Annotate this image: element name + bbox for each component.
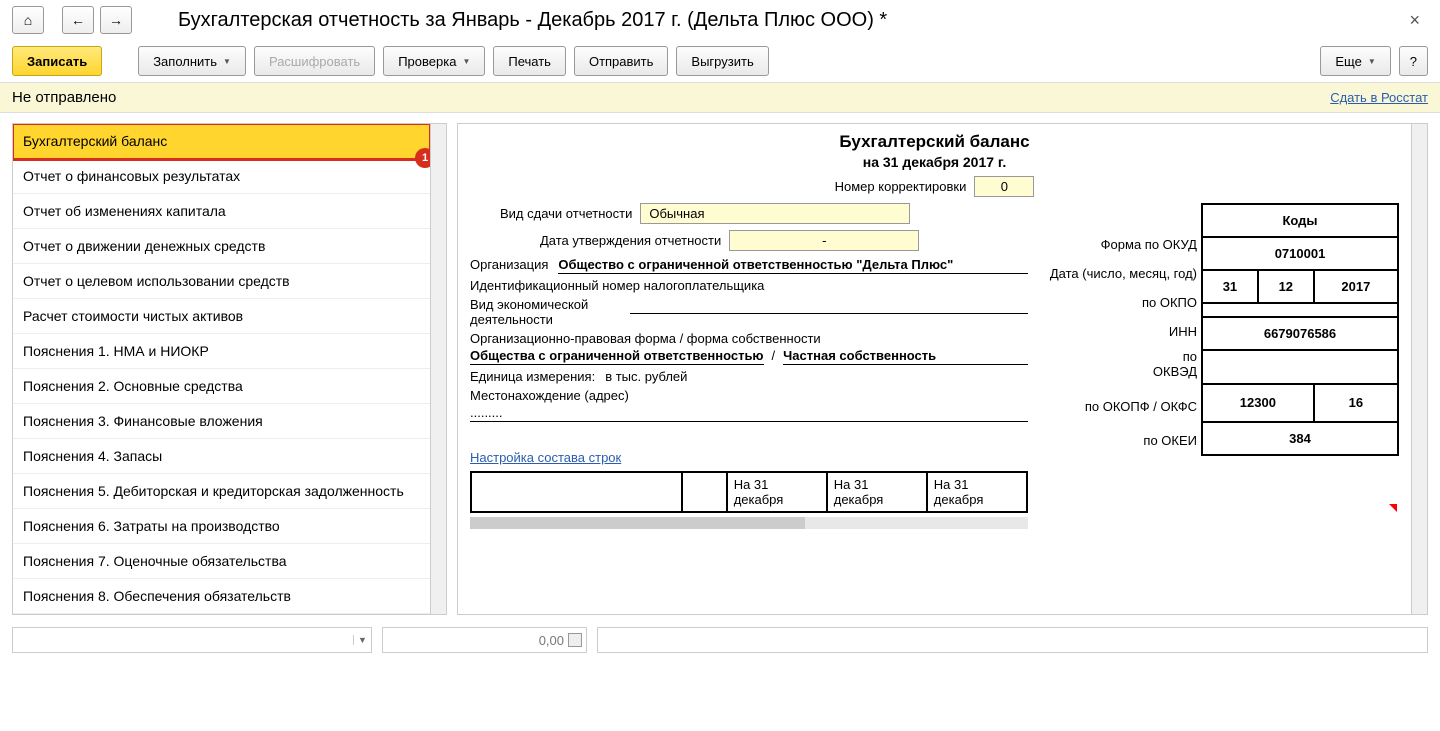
more-button[interactable]: Еще ▼	[1320, 46, 1390, 76]
calculator-icon[interactable]	[568, 633, 582, 647]
bottom-number-field[interactable]: 0,00	[382, 627, 587, 653]
approve-date-value[interactable]: -	[729, 230, 919, 251]
sidebar-item[interactable]: Пояснения 7. Оценочные обязательства	[13, 544, 430, 579]
check-label: Проверка	[398, 54, 456, 69]
approve-date-label: Дата утверждения отчетности	[540, 233, 721, 248]
h-scrollbar[interactable]	[470, 517, 1028, 529]
activity-label: Вид экономической деятельности	[470, 297, 620, 327]
inn-text-label: Идентификационный номер налогоплательщик…	[470, 278, 764, 293]
caret-down-icon: ▼	[223, 57, 231, 66]
sidebar-item[interactable]: Пояснения 4. Запасы	[13, 439, 430, 474]
print-label: Печать	[508, 54, 551, 69]
activity-value[interactable]	[630, 297, 1028, 314]
form-value1[interactable]: Общества с ограниченной ответственностью	[470, 348, 764, 365]
date-y: 2017	[1314, 270, 1398, 303]
send-button[interactable]: Отправить	[574, 46, 668, 76]
okfs-value: 16	[1314, 384, 1398, 422]
print-button[interactable]: Печать	[493, 46, 566, 76]
home-button[interactable]: ⌂	[12, 6, 44, 34]
okopf-label: по ОКОПФ / ОКФС	[1046, 385, 1201, 427]
col1: На 31 декабря	[734, 477, 784, 507]
okved-label: поОКВЭД	[1046, 347, 1201, 385]
sidebar-item[interactable]: Пояснения 5. Дебиторская и кредиторская …	[13, 474, 430, 509]
forward-button[interactable]: →	[100, 6, 132, 34]
date-m: 12	[1258, 270, 1314, 303]
okud-label: Форма по ОКУД	[1046, 231, 1201, 260]
help-button[interactable]: ?	[1399, 46, 1428, 76]
check-button[interactable]: Проверка ▼	[383, 46, 485, 76]
sidebar-item[interactable]: Отчет о движении денежных средств	[13, 229, 430, 264]
form-value2[interactable]: Частная собственность	[783, 348, 1028, 365]
inn-value: 6679076586	[1202, 317, 1398, 350]
address-label: Местонахождение (адрес)	[470, 388, 629, 403]
sidebar-item[interactable]: Отчет о финансовых результатах	[13, 159, 430, 194]
page-title: Бухгалтерская отчетность за Январь - Дек…	[178, 9, 887, 32]
send-label: Отправить	[589, 54, 653, 69]
bottom-num-value: 0,00	[539, 633, 564, 648]
sidebar-item[interactable]: Пояснения 1. НМА и НИОКР	[13, 334, 430, 369]
status-text: Не отправлено	[12, 89, 116, 106]
okud-value: 0710001	[1202, 237, 1398, 270]
save-button[interactable]: Записать	[12, 46, 102, 76]
address-value[interactable]: .........	[470, 405, 1028, 422]
save-label: Записать	[27, 54, 87, 69]
form-label: Организационно-правовая форма / форма со…	[470, 331, 821, 346]
date-d: 31	[1202, 270, 1258, 303]
unit-label: Единица измерения:	[470, 369, 595, 384]
col3: На 31 декабря	[934, 477, 984, 507]
doc-sub: на 31 декабря 2017 г.	[470, 154, 1399, 170]
fill-button[interactable]: Заполнить ▼	[138, 46, 246, 76]
sidebar-item-balance[interactable]: Бухгалтерский баланс	[13, 124, 430, 159]
help-label: ?	[1410, 54, 1417, 69]
submit-rosstat-link[interactable]: Сдать в Росстат	[1330, 90, 1428, 105]
sidebar-item[interactable]: Отчет о целевом использовании средств	[13, 264, 430, 299]
org-value[interactable]: Общество с ограниченной ответственностью…	[558, 257, 1027, 274]
sidebar-item[interactable]: Расчет стоимости чистых активов	[13, 299, 430, 334]
decode-button[interactable]: Расшифровать	[254, 46, 375, 76]
sidebar-item[interactable]: Отчет об изменениях капитала	[13, 194, 430, 229]
unit-value: в тыс. рублей	[605, 369, 687, 384]
warning-icon	[1389, 504, 1397, 512]
back-button[interactable]: ←	[62, 6, 94, 34]
caret-down-icon: ▼	[1368, 57, 1376, 66]
doc-heading: Бухгалтерский баланс	[470, 132, 1399, 152]
form-sep: /	[772, 348, 776, 365]
okei-label: по ОКЕИ	[1046, 427, 1201, 456]
sidebar-item[interactable]: Пояснения 8. Обеспечения обязательств	[13, 579, 430, 614]
left-scrollbar[interactable]	[431, 123, 447, 615]
right-scrollbar[interactable]	[1411, 124, 1427, 614]
sections-list: Бухгалтерский баланс 1 Отчет о финансовы…	[12, 123, 431, 615]
sidebar-item[interactable]: Пояснения 3. Финансовые вложения	[13, 404, 430, 439]
submit-type-label: Вид сдачи отчетности	[500, 206, 632, 221]
export-button[interactable]: Выгрузить	[676, 46, 768, 76]
okpo-label: по ОКПО	[1046, 289, 1201, 318]
correction-value[interactable]: 0	[974, 176, 1034, 197]
bottom-text-field[interactable]	[597, 627, 1428, 653]
fill-label: Заполнить	[153, 54, 217, 69]
okpo-value	[1202, 303, 1398, 316]
export-label: Выгрузить	[691, 54, 753, 69]
okopf-value: 12300	[1202, 384, 1314, 422]
okved-value	[1202, 350, 1398, 384]
submit-type-value[interactable]: Обычная	[640, 203, 910, 224]
document-area: Бухгалтерский баланс на 31 декабря 2017 …	[458, 124, 1411, 614]
codes-table: Коды 0710001 31 12 2017 6679076586 12300	[1201, 203, 1399, 456]
decode-label: Расшифровать	[269, 54, 360, 69]
codes-header: Коды	[1202, 204, 1398, 237]
okei-value: 384	[1202, 422, 1398, 455]
sidebar-item[interactable]: Пояснения 2. Основные средства	[13, 369, 430, 404]
inn-label: ИНН	[1046, 318, 1201, 347]
rows-config-link[interactable]: Настройка состава строк	[470, 450, 621, 465]
col2: На 31 декабря	[834, 477, 884, 507]
close-icon[interactable]: ×	[1401, 10, 1428, 31]
caret-down-icon: ▼	[462, 57, 470, 66]
correction-label: Номер корректировки	[835, 179, 967, 194]
sidebar-item[interactable]: Пояснения 6. Затраты на производство	[13, 509, 430, 544]
table-header: На 31 декабря На 31 декабря На 31 декабр…	[470, 471, 1028, 513]
bottom-combo[interactable]: ▼	[12, 627, 372, 653]
org-label: Организация	[470, 257, 548, 272]
date-label: Дата (число, месяц, год)	[1046, 260, 1201, 289]
more-label: Еще	[1335, 54, 1361, 69]
caret-down-icon: ▼	[353, 635, 371, 645]
